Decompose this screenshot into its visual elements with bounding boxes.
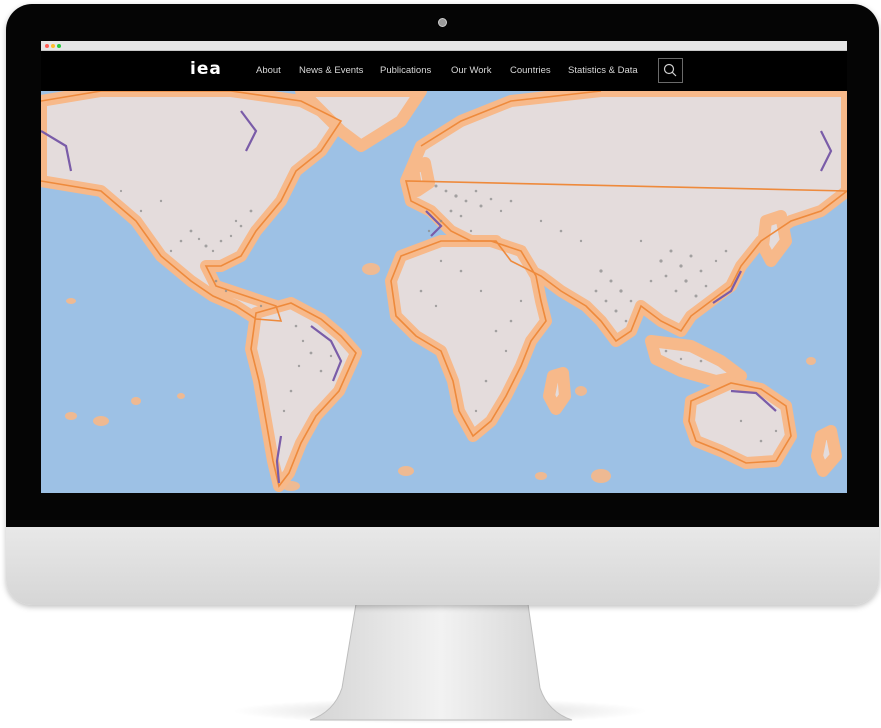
landmass-japan — [757, 210, 792, 267]
minimize-window-dot[interactable] — [51, 44, 55, 48]
maximize-window-dot[interactable] — [57, 44, 61, 48]
nav-statistics-data[interactable]: Statistics & Data — [568, 65, 638, 76]
nav-about[interactable]: About — [256, 65, 281, 76]
landmass-uk — [407, 157, 435, 197]
iea-logo[interactable]: iea — [190, 59, 222, 79]
nav-countries[interactable]: Countries — [510, 65, 551, 76]
landmass-madagascar — [543, 367, 571, 415]
site-header: iea About News & Events Publications Our… — [41, 51, 847, 91]
browser-toolbar — [41, 41, 847, 51]
monitor: iea About News & Events Publications Our… — [6, 4, 879, 605]
nav-news-events[interactable]: News & Events — [299, 65, 363, 76]
monitor-chin — [6, 527, 879, 605]
search-button[interactable] — [658, 58, 683, 83]
camera-icon — [438, 18, 447, 27]
world-map — [41, 91, 847, 493]
landmass-new-zealand — [811, 425, 842, 477]
monitor-bezel: iea About News & Events Publications Our… — [6, 4, 879, 527]
nav-publications[interactable]: Publications — [380, 65, 431, 76]
screen: iea About News & Events Publications Our… — [41, 41, 847, 493]
nav-our-work[interactable]: Our Work — [451, 65, 491, 76]
search-icon — [663, 63, 677, 77]
close-window-dot[interactable] — [45, 44, 49, 48]
world-map-graphic — [41, 91, 847, 493]
